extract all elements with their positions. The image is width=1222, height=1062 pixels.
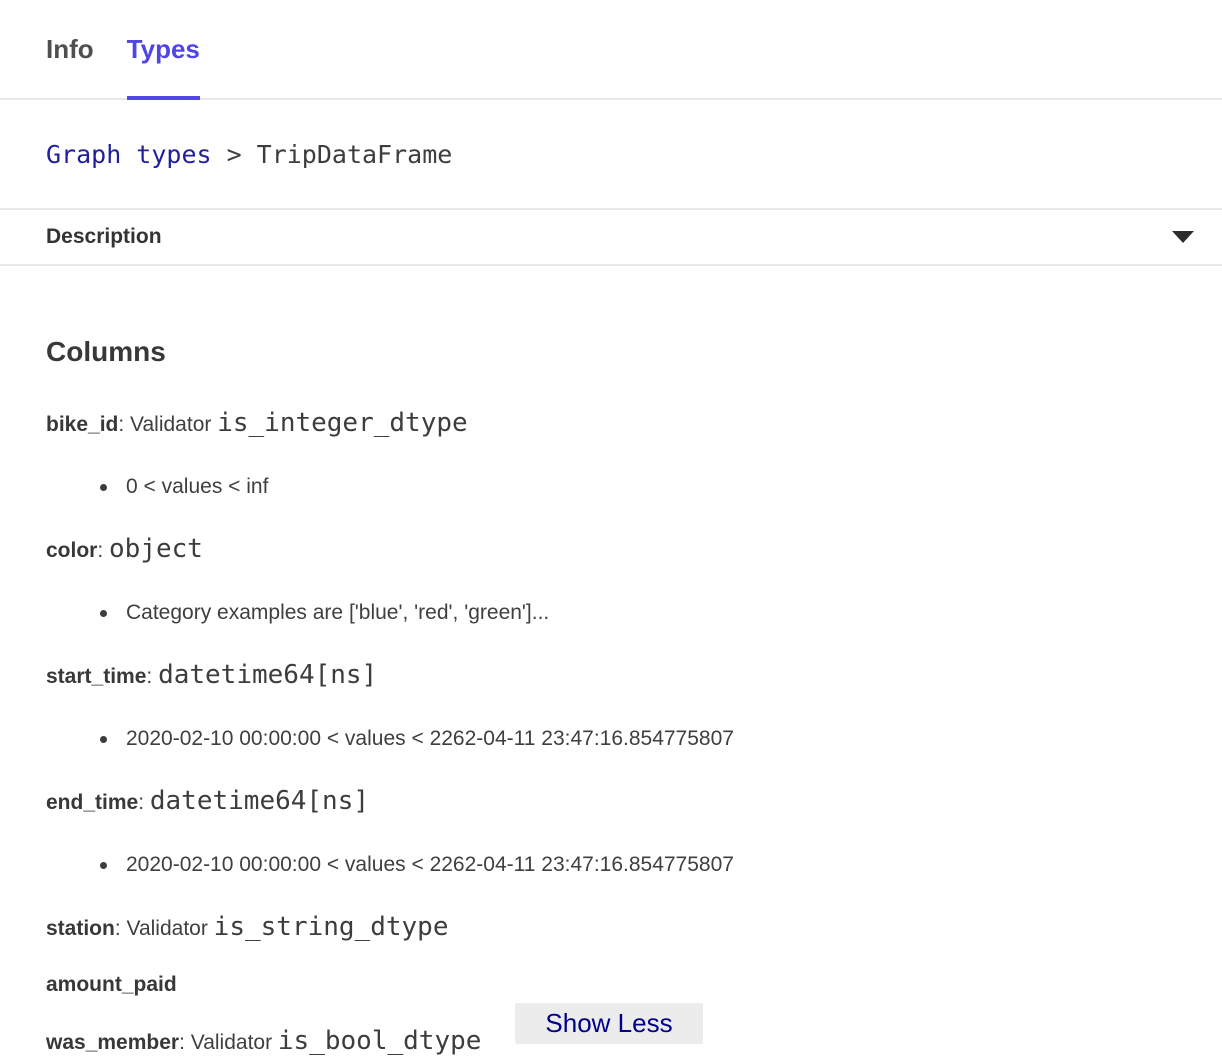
column-name: bike_id xyxy=(46,413,118,436)
column-definition: color: object xyxy=(46,536,1176,564)
column-validator-prefix: : xyxy=(146,665,158,688)
constraint-text: 2020-02-10 00:00:00 < values < 2262-04-1… xyxy=(126,726,734,752)
columns-heading: Columns xyxy=(46,337,1176,367)
column-constraint-list: 2020-02-10 00:00:00 < values < 2262-04-1… xyxy=(46,852,1176,878)
tab-info[interactable]: Info xyxy=(46,34,94,98)
columns-list: bike_id: Validator is_integer_dtype0 < v… xyxy=(46,410,1176,1056)
bullet-icon xyxy=(100,484,107,491)
tab-bar: Info Types xyxy=(0,0,1222,100)
column-constraint: 0 < values < inf xyxy=(46,474,1176,500)
column-dtype: is_integer_dtype xyxy=(217,408,467,438)
breadcrumb: Graph types > TripDataFrame xyxy=(0,100,1222,210)
column-definition: amount_paid xyxy=(46,972,1176,998)
column-validator-prefix: : Validator xyxy=(118,413,217,436)
column-name: station xyxy=(46,917,115,940)
columns-section: Columns bike_id: Validator is_integer_dt… xyxy=(0,337,1222,1056)
column-definition: bike_id: Validator is_integer_dtype xyxy=(46,410,1176,438)
column-dtype: is_bool_dtype xyxy=(278,1026,482,1056)
column-definition: end_time: datetime64[ns] xyxy=(46,788,1176,816)
column-validator-prefix: : Validator xyxy=(179,1031,278,1054)
chevron-down-icon[interactable] xyxy=(1172,231,1194,243)
bullet-icon xyxy=(100,736,107,743)
column-dtype: object xyxy=(109,534,203,564)
description-label: Description xyxy=(46,225,162,249)
column-constraint: 2020-02-10 00:00:00 < values < 2262-04-1… xyxy=(46,852,1176,878)
breadcrumb-current: TripDataFrame xyxy=(257,140,453,169)
column-constraint: Category examples are ['blue', 'red', 'g… xyxy=(46,600,1176,626)
column-constraint-list: Category examples are ['blue', 'red', 'g… xyxy=(46,600,1176,626)
breadcrumb-separator: > xyxy=(227,140,242,169)
column-dtype: is_string_dtype xyxy=(214,912,449,942)
show-less-button[interactable]: Show Less xyxy=(515,1003,703,1044)
column-dtype: datetime64[ns] xyxy=(158,660,377,690)
column-name: color xyxy=(46,539,97,562)
constraint-text: 0 < values < inf xyxy=(126,474,268,500)
bullet-icon xyxy=(100,610,107,617)
tab-types[interactable]: Types xyxy=(127,34,200,98)
column-validator-prefix: : xyxy=(138,791,150,814)
column-validator-prefix: : xyxy=(97,539,109,562)
column-dtype: datetime64[ns] xyxy=(150,786,369,816)
description-accordion[interactable]: Description xyxy=(0,210,1222,266)
constraint-text: Category examples are ['blue', 'red', 'g… xyxy=(126,600,549,626)
column-name: end_time xyxy=(46,791,138,814)
constraint-text: 2020-02-10 00:00:00 < values < 2262-04-1… xyxy=(126,852,734,878)
column-constraint-list: 2020-02-10 00:00:00 < values < 2262-04-1… xyxy=(46,726,1176,752)
column-name: start_time xyxy=(46,665,146,688)
column-definition: start_time: datetime64[ns] xyxy=(46,662,1176,690)
column-constraint: 2020-02-10 00:00:00 < values < 2262-04-1… xyxy=(46,726,1176,752)
types-panel: Info Types Graph types > TripDataFrame D… xyxy=(0,0,1222,1062)
bullet-icon xyxy=(100,862,107,869)
column-constraint-list: 0 < values < inf xyxy=(46,474,1176,500)
column-definition: station: Validator is_string_dtype xyxy=(46,914,1176,942)
column-name: amount_paid xyxy=(46,973,177,996)
column-name: was_member xyxy=(46,1031,179,1054)
column-validator-prefix: : Validator xyxy=(115,917,214,940)
breadcrumb-link-graph-types[interactable]: Graph types xyxy=(46,140,212,169)
